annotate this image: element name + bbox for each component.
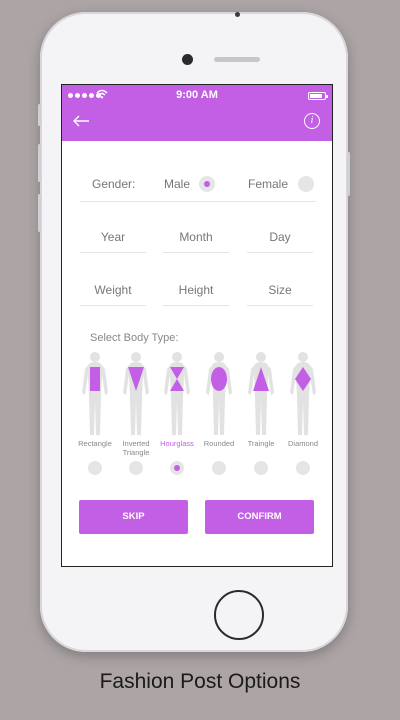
info-icon[interactable]: i: [304, 113, 320, 129]
power-button: [347, 152, 350, 196]
year-field[interactable]: Year: [80, 228, 146, 253]
confirm-button[interactable]: CONFIRM: [205, 500, 314, 534]
body-type-radio-rectangle[interactable]: [88, 461, 102, 475]
male-label: Male: [164, 177, 191, 191]
day-field[interactable]: Day: [247, 228, 313, 253]
body-figure-diamond[interactable]: [283, 349, 323, 435]
gender-row: Gender: Male Female: [80, 176, 316, 202]
size-field[interactable]: Size: [247, 281, 313, 306]
app-screen: 9:00 AM i Gender: Male Female Year Month…: [61, 84, 333, 567]
status-time: 9:00 AM: [176, 89, 218, 101]
page-caption: Fashion Post Options: [99, 670, 301, 693]
body-figure-rectangle[interactable]: [75, 349, 115, 435]
body-type-radio-hourglass[interactable]: [170, 461, 184, 475]
front-camera: [182, 54, 193, 65]
volume-down-button: [38, 194, 41, 232]
height-field[interactable]: Height: [163, 281, 229, 306]
volume-up-button: [38, 144, 41, 182]
body-type-label: Select Body Type:: [90, 332, 179, 344]
body-figure-hourglass[interactable]: [157, 349, 197, 435]
body-type-radio-inverted-triangle[interactable]: [129, 461, 143, 475]
body-figure-triangle[interactable]: [241, 349, 281, 435]
phone-sensor: [235, 12, 240, 17]
body-type-radio-diamond[interactable]: [296, 461, 310, 475]
male-radio[interactable]: [199, 176, 215, 192]
skip-button[interactable]: SKIP: [79, 500, 188, 534]
mute-switch: [38, 104, 41, 126]
female-radio[interactable]: [298, 176, 314, 192]
body-figure-ellipse[interactable]: [199, 349, 239, 435]
earpiece-speaker: [214, 57, 260, 62]
app-header: 9:00 AM i: [62, 85, 332, 141]
body-figure-inverted-triangle[interactable]: [116, 349, 156, 435]
arrow-left-icon[interactable]: [72, 111, 90, 132]
weight-field[interactable]: Weight: [80, 281, 146, 306]
month-field[interactable]: Month: [163, 228, 229, 253]
home-button[interactable]: [214, 590, 264, 640]
body-type-radio-triangle[interactable]: [254, 461, 268, 475]
body-type-label-diamond: Diamond: [287, 439, 318, 448]
gender-label: Gender:: [92, 177, 136, 191]
body-type-radio-ellipse[interactable]: [212, 461, 226, 475]
female-label: Female: [248, 177, 289, 191]
battery-icon: [308, 92, 328, 100]
